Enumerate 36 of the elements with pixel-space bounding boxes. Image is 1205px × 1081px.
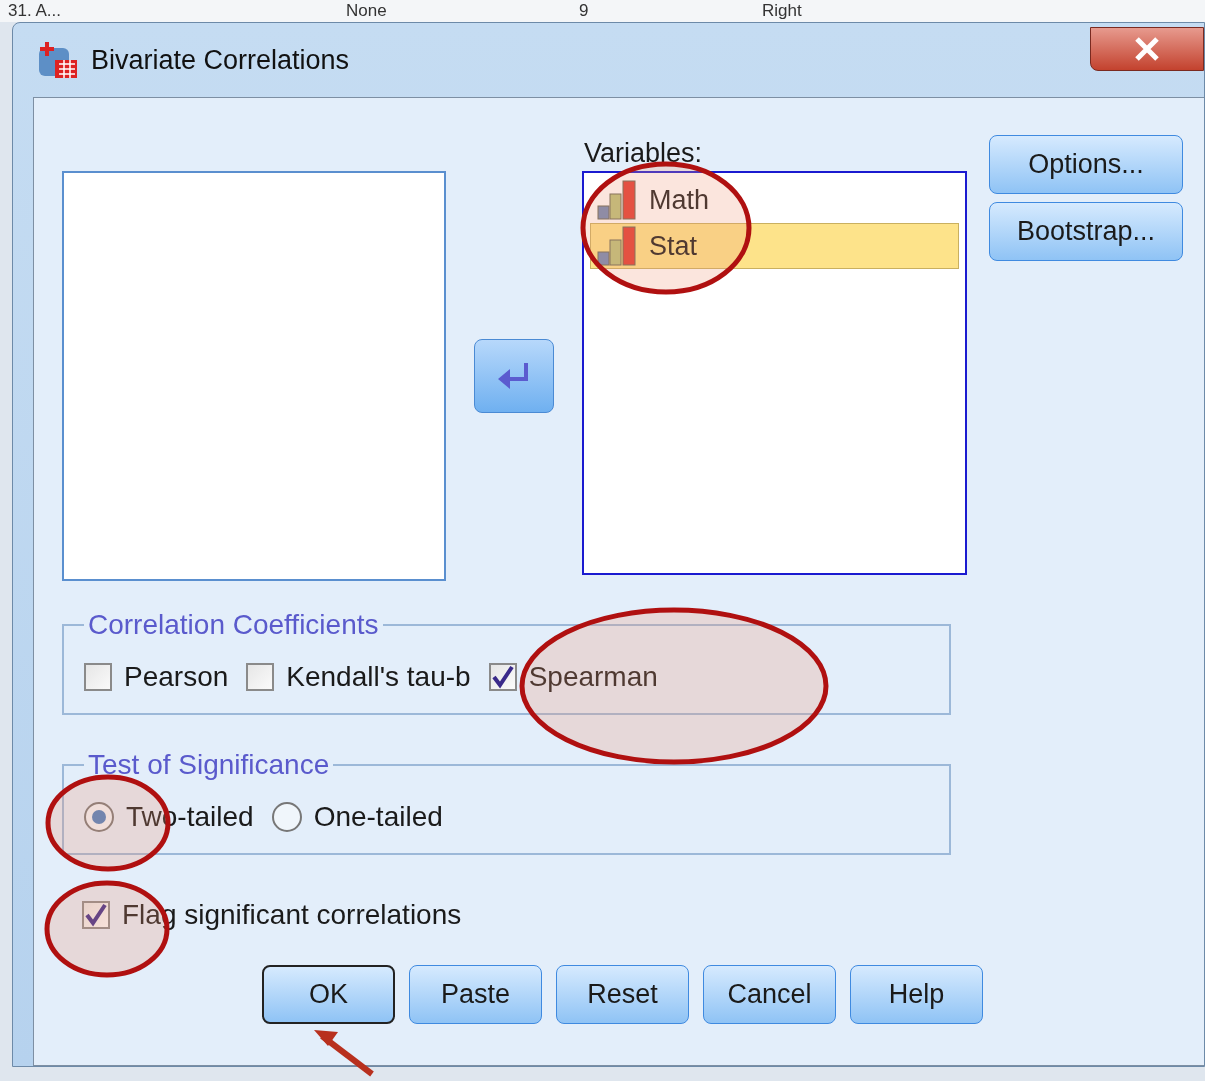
variables-list[interactable]: Math Stat bbox=[582, 171, 967, 575]
grid-cell-text: Right bbox=[761, 0, 803, 22]
group-title: Test of Significance bbox=[87, 749, 331, 781]
close-button[interactable] bbox=[1090, 27, 1204, 71]
dialog-button[interactable]: Options... bbox=[989, 135, 1183, 194]
checkbox[interactable] bbox=[488, 663, 517, 691]
checkbox[interactable] bbox=[84, 663, 112, 691]
group-title: Correlation Coefficients bbox=[87, 609, 380, 641]
pointer-arrow-overlay bbox=[314, 1030, 374, 1077]
close-icon bbox=[1134, 37, 1160, 61]
grid-cell-text: 9 bbox=[578, 0, 590, 22]
source-variable-list[interactable] bbox=[62, 171, 446, 581]
dialog-button[interactable]: Bootstrap... bbox=[989, 202, 1183, 261]
checkbox[interactable] bbox=[246, 663, 275, 691]
checkbox-label: Pearson bbox=[124, 661, 229, 693]
bar-chart-icon bbox=[597, 226, 639, 266]
bar-chart-icon bbox=[597, 180, 639, 220]
move-button[interactable] bbox=[474, 339, 554, 413]
grid-cell-text: None bbox=[345, 0, 388, 22]
variable-item[interactable]: Stat bbox=[590, 223, 959, 269]
radio-button[interactable] bbox=[271, 802, 302, 832]
dialog-button[interactable]: Paste bbox=[409, 965, 542, 1024]
checkbox[interactable] bbox=[82, 901, 110, 929]
variable-name: Math bbox=[649, 184, 710, 216]
window-title: Bivariate Correlations bbox=[91, 44, 350, 76]
radio-button[interactable] bbox=[84, 802, 114, 832]
variable-name: Stat bbox=[649, 230, 698, 262]
dialog-button[interactable]: OK bbox=[262, 965, 395, 1024]
dialog-button[interactable]: Help bbox=[850, 965, 983, 1024]
variables-label: Variables: bbox=[583, 137, 704, 170]
grid-cell-text: 31. A... bbox=[7, 0, 62, 22]
checkbox-label: Spearman bbox=[528, 661, 658, 693]
radio-label: One-tailed bbox=[313, 801, 443, 833]
dialog-button[interactable]: Cancel bbox=[703, 965, 836, 1024]
dialog-button[interactable]: Reset bbox=[556, 965, 689, 1024]
checkbox-label: Kendall's tau-b bbox=[286, 661, 471, 693]
